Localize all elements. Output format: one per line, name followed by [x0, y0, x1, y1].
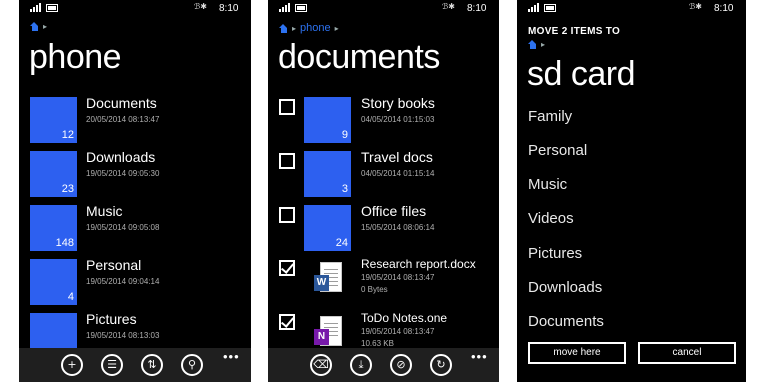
breadcrumb[interactable]: ▸ — [528, 40, 545, 49]
bluetooth-icon: ℬ✱ — [689, 2, 702, 11]
chevron-right-icon: ▸ — [43, 22, 48, 31]
home-icon[interactable] — [279, 23, 288, 33]
item-count: 4 — [67, 291, 74, 303]
folder-date: 19/05/2014 09:04:14 — [86, 277, 160, 286]
select-icon[interactable]: ☰ — [101, 354, 123, 376]
checkbox[interactable] — [279, 99, 295, 115]
word-file-thumbnail: W — [304, 258, 350, 306]
page-title: phone — [29, 38, 122, 76]
folder-date: 19/05/2014 09:05:30 — [86, 169, 160, 178]
page-title: sd card — [527, 55, 636, 93]
checkbox[interactable] — [279, 153, 295, 169]
destination-family[interactable]: Family — [528, 108, 572, 125]
battery-icon — [295, 4, 307, 12]
file-size: 10.63 KB — [361, 339, 394, 348]
battery-icon — [46, 4, 58, 12]
file-name: ToDo Notes.one — [361, 311, 448, 325]
destination-downloads[interactable]: Downloads — [528, 279, 602, 296]
bluetooth-icon: ℬ✱ — [194, 2, 207, 11]
home-icon[interactable] — [528, 40, 537, 49]
button-bar: move here cancel — [517, 338, 746, 382]
phone-screen-3: ℬ✱ 8:10 MOVE 2 ITEMS TO ▸ sd card Family… — [517, 0, 746, 382]
item-count: 23 — [61, 183, 74, 195]
folder-name: Downloads — [86, 149, 156, 165]
share-icon[interactable]: ↻ — [430, 354, 452, 376]
file-size: 0 Bytes — [361, 285, 388, 294]
item-count: 148 — [55, 237, 74, 249]
checkbox[interactable] — [279, 207, 295, 223]
battery-icon — [544, 4, 556, 12]
destination-videos[interactable]: Videos — [528, 210, 574, 227]
breadcrumb[interactable]: ▸ phone ▸ — [279, 22, 339, 34]
breadcrumb-phone[interactable]: phone — [300, 22, 331, 34]
folder-tile[interactable]: 24 — [304, 205, 351, 251]
folder-name: Story books — [361, 95, 435, 111]
status-bar: ℬ✱ 8:10 — [19, 0, 251, 18]
item-count: 12 — [61, 129, 74, 141]
home-icon[interactable] — [30, 22, 39, 31]
file-name: Research report.docx — [361, 257, 476, 271]
folder-date: 19/05/2014 09:05:08 — [86, 223, 160, 232]
word-icon: W — [314, 275, 329, 291]
phone-screen-2: ℬ✱ 8:10 ▸ phone ▸ documents 9 Story book… — [268, 0, 499, 382]
chevron-right-icon: ▸ — [541, 40, 546, 49]
folder-date: 04/05/2014 01:15:03 — [361, 115, 435, 124]
page-title: documents — [278, 38, 440, 76]
new-folder-icon[interactable]: + — [61, 354, 83, 376]
folder-name: Travel docs — [361, 149, 433, 165]
file-date: 19/05/2014 08:13:47 — [361, 273, 435, 282]
folder-date: 20/05/2014 08:13:47 — [86, 115, 160, 124]
item-count: 9 — [341, 129, 348, 141]
folder-date: 04/05/2014 01:15:14 — [361, 169, 435, 178]
folder-name: Office files — [361, 203, 427, 219]
onenote-icon: N — [314, 329, 329, 345]
status-time: 8:10 — [714, 3, 734, 14]
delete-icon[interactable]: ⌫ — [310, 354, 332, 376]
search-icon[interactable]: ⚲ — [181, 354, 203, 376]
signal-icon — [528, 3, 540, 12]
more-icon[interactable]: ••• — [471, 349, 488, 364]
cancel-button[interactable]: cancel — [638, 342, 736, 364]
move-here-button[interactable]: move here — [528, 342, 626, 364]
folder-tile[interactable]: 12 — [30, 97, 77, 143]
breadcrumb[interactable]: ▸ — [30, 22, 47, 31]
folder-name: Music — [86, 203, 123, 219]
destination-music[interactable]: Music — [528, 176, 567, 193]
status-bar: ℬ✱ 8:10 — [517, 0, 746, 18]
file-date: 19/05/2014 08:13:47 — [361, 327, 435, 336]
download-icon[interactable]: ⤓ — [350, 354, 372, 376]
app-bar: + ☰ ⇅ ⚲ ••• — [19, 348, 251, 382]
status-time: 8:10 — [219, 3, 239, 14]
sort-icon[interactable]: ⇅ — [141, 354, 163, 376]
folder-tile[interactable]: 4 — [30, 259, 77, 305]
folder-name: Documents — [86, 95, 157, 111]
destination-pictures[interactable]: Pictures — [528, 245, 582, 262]
attach-icon[interactable]: ⊘ — [390, 354, 412, 376]
folder-date: 19/05/2014 08:13:03 — [86, 331, 160, 340]
move-heading: MOVE 2 ITEMS TO — [528, 26, 621, 37]
status-bar: ℬ✱ 8:10 — [268, 0, 499, 18]
signal-icon — [30, 3, 42, 12]
destination-documents[interactable]: Documents — [528, 313, 604, 330]
destination-personal[interactable]: Personal — [528, 142, 587, 159]
signal-icon — [279, 3, 291, 12]
bluetooth-icon: ℬ✱ — [442, 2, 455, 11]
folder-tile[interactable]: 23 — [30, 151, 77, 197]
chevron-right-icon: ▸ — [292, 23, 297, 33]
more-icon[interactable]: ••• — [223, 349, 240, 364]
checkbox-checked[interactable] — [279, 260, 295, 276]
folder-name: Pictures — [86, 311, 137, 327]
folder-tile[interactable]: 3 — [304, 151, 351, 197]
item-count: 3 — [341, 183, 348, 195]
folder-date: 15/05/2014 08:06:14 — [361, 223, 435, 232]
folder-tile[interactable]: 148 — [30, 205, 77, 251]
phone-screen-1: ℬ✱ 8:10 ▸ phone 12 Documents 20/05/2014 … — [19, 0, 251, 382]
folder-name: Personal — [86, 257, 142, 273]
item-count: 24 — [335, 237, 348, 249]
folder-tile[interactable]: 9 — [304, 97, 351, 143]
chevron-right-icon: ▸ — [334, 23, 339, 33]
checkbox-checked[interactable] — [279, 314, 295, 330]
status-time: 8:10 — [467, 3, 487, 14]
app-bar: ⌫ ⤓ ⊘ ↻ ••• — [268, 348, 499, 382]
